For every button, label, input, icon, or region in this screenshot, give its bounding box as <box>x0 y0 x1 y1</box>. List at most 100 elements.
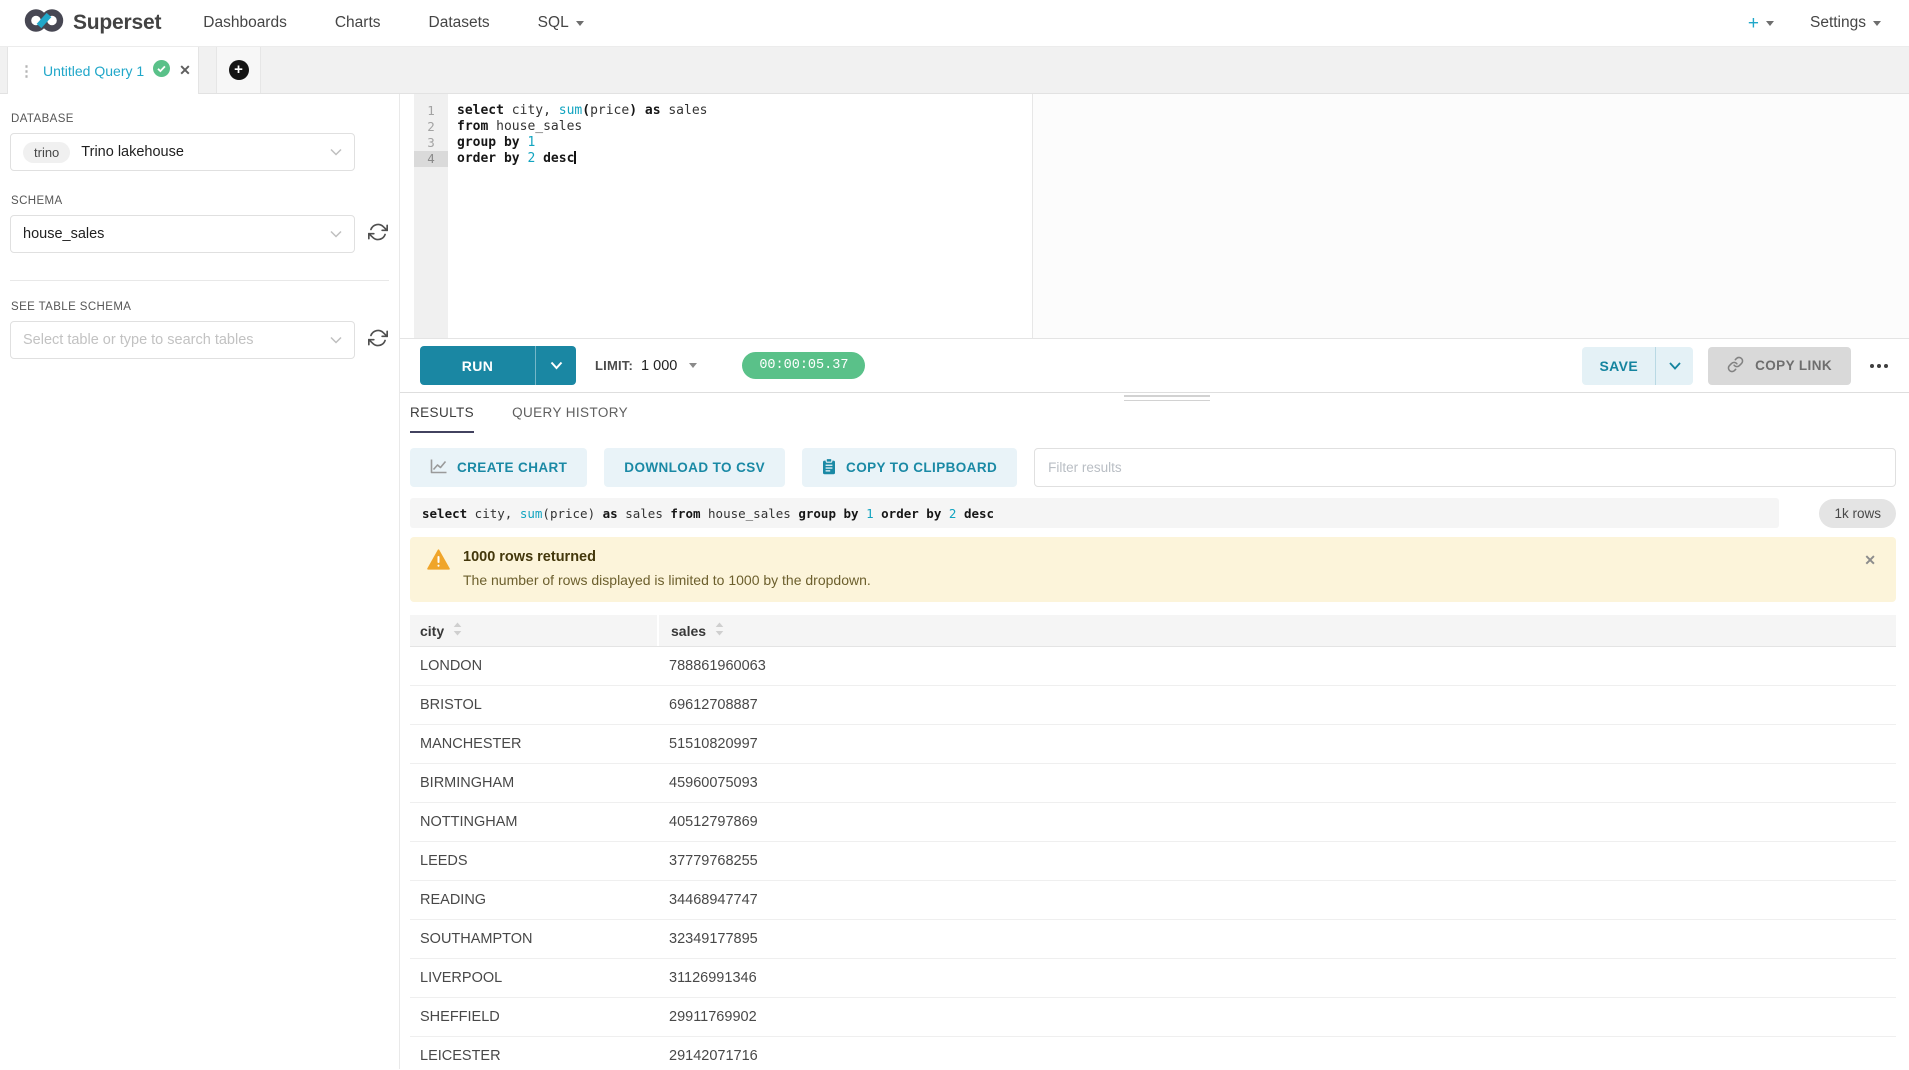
cell-city: SOUTHAMPTON <box>410 931 657 947</box>
query-preview-text: select city, sum(price) as sales from ho… <box>410 498 1779 528</box>
query-success-check-icon <box>153 60 170 82</box>
sidebar-divider <box>10 280 389 281</box>
cell-sales: 69612708887 <box>657 697 1896 713</box>
results-table-header: city sales <box>410 615 1896 647</box>
tab-results[interactable]: RESULTS <box>410 405 474 433</box>
nav-item-datasets[interactable]: Datasets <box>429 14 490 32</box>
schema-value: house_sales <box>23 226 104 242</box>
cell-sales: 31126991346 <box>657 970 1896 986</box>
more-options-icon[interactable] <box>1866 358 1892 374</box>
caret-down-icon <box>576 21 584 26</box>
results-pane: RESULTS QUERY HISTORY CREATE CHART DOWNL… <box>400 393 1909 1069</box>
clipboard-icon <box>822 458 836 478</box>
results-actions: CREATE CHART DOWNLOAD TO CSV <box>410 448 1896 487</box>
alert-title: 1000 rows returned <box>463 549 871 565</box>
superset-logo-icon <box>24 8 64 38</box>
tab-query-history[interactable]: QUERY HISTORY <box>512 405 628 433</box>
table-row: BIRMINGHAM45960075093 <box>410 764 1896 803</box>
top-navbar: Superset Dashboards Charts Datasets SQL … <box>0 0 1909 47</box>
warning-icon <box>427 549 450 588</box>
cell-sales: 32349177895 <box>657 931 1896 947</box>
results-tabs: RESULTS QUERY HISTORY <box>410 405 1896 433</box>
query-timer-badge: 00:00:05.37 <box>742 352 865 379</box>
table-row: LEEDS37779768255 <box>410 842 1896 881</box>
new-item-menu[interactable]: + <box>1748 14 1774 33</box>
table-row: MANCHESTER51510820997 <box>410 725 1896 764</box>
cell-sales: 40512797869 <box>657 814 1896 830</box>
nav-item-dashboards[interactable]: Dashboards <box>203 14 287 32</box>
cell-city: MANCHESTER <box>410 736 657 752</box>
sql-editor[interactable]: 1select city, sum(price) as sales2from h… <box>400 94 1909 339</box>
query-tab-active[interactable]: ⋮ Untitled Query 1 ✕ <box>7 47 199 94</box>
row-count-badge: 1k rows <box>1819 499 1896 528</box>
copy-link-button[interactable]: COPY LINK <box>1708 347 1851 385</box>
table-select[interactable]: Select table or type to search tables <box>10 321 355 359</box>
cell-city: BRISTOL <box>410 697 657 713</box>
code-lines[interactable]: 1select city, sum(price) as sales2from h… <box>414 103 1909 167</box>
database-engine-tag: trino <box>23 142 70 163</box>
query-tab-title[interactable]: Untitled Query 1 <box>43 63 144 79</box>
run-label[interactable]: RUN <box>420 346 536 385</box>
text-cursor <box>574 151 576 164</box>
save-options-button[interactable] <box>1656 347 1693 385</box>
cell-sales: 34468947747 <box>657 892 1896 908</box>
sort-icon[interactable] <box>453 622 462 639</box>
sort-icon[interactable] <box>715 622 724 639</box>
table-row: LEICESTER29142071716 <box>410 1037 1896 1069</box>
chart-icon <box>430 459 447 477</box>
nav-right: + Settings <box>1748 14 1881 33</box>
save-label[interactable]: SAVE <box>1582 347 1656 385</box>
database-select[interactable]: trino Trino lakehouse <box>10 133 355 171</box>
pane-resize-handle[interactable] <box>1124 395 1210 401</box>
drag-handle-icon[interactable]: ⋮ <box>19 62 34 80</box>
filter-results-input[interactable] <box>1034 448 1896 487</box>
close-icon[interactable]: ✕ <box>1864 552 1876 569</box>
limit-label: LIMIT: <box>595 358 633 373</box>
chevron-down-icon <box>330 230 342 238</box>
database-value: Trino lakehouse <box>81 144 184 160</box>
save-button[interactable]: SAVE <box>1582 347 1693 385</box>
nav-menu: Dashboards Charts Datasets SQL <box>203 14 583 32</box>
run-button[interactable]: RUN <box>420 346 576 385</box>
cell-sales: 29142071716 <box>657 1048 1896 1064</box>
refresh-schemas-icon[interactable] <box>368 222 388 247</box>
cell-sales: 29911769902 <box>657 1009 1896 1025</box>
run-options-button[interactable] <box>536 346 576 385</box>
nav-item-sql[interactable]: SQL <box>538 14 584 32</box>
cell-sales: 788861960063 <box>657 658 1896 674</box>
settings-menu[interactable]: Settings <box>1810 14 1881 32</box>
limit-value: 1 000 <box>641 358 677 374</box>
code-line[interactable]: 1select city, sum(price) as sales <box>414 103 1909 119</box>
column-header-city[interactable]: city <box>410 615 657 646</box>
cell-city: NOTTINGHAM <box>410 814 657 830</box>
limit-dropdown[interactable]: LIMIT: 1 000 <box>595 358 697 374</box>
see-table-schema-label: SEE TABLE SCHEMA <box>11 301 389 313</box>
table-row: LIVERPOOL31126991346 <box>410 959 1896 998</box>
code-line[interactable]: 4order by 2 desc <box>414 151 1909 167</box>
table-select-placeholder: Select table or type to search tables <box>23 332 254 348</box>
schema-select[interactable]: house_sales <box>10 215 355 253</box>
query-preview-row: select city, sum(price) as sales from ho… <box>410 498 1896 528</box>
copy-clipboard-button[interactable]: COPY TO CLIPBOARD <box>802 448 1017 487</box>
line-number: 2 <box>414 119 448 135</box>
add-tab-button[interactable]: + <box>216 47 261 93</box>
cell-sales: 37779768255 <box>657 853 1896 869</box>
line-number: 4 <box>414 151 448 167</box>
nav-item-charts[interactable]: Charts <box>335 14 381 32</box>
caret-down-icon <box>1766 21 1774 26</box>
caret-down-icon <box>689 363 697 368</box>
create-chart-button[interactable]: CREATE CHART <box>410 448 587 487</box>
cell-city: SHEFFIELD <box>410 1009 657 1025</box>
link-icon <box>1727 356 1744 376</box>
column-header-sales[interactable]: sales <box>657 615 1896 646</box>
add-tab-plus-icon: + <box>229 60 249 80</box>
sqllab-sidebar: DATABASE trino Trino lakehouse SCHEMA ho… <box>0 94 400 1069</box>
code-line[interactable]: 2from house_sales <box>414 119 1909 135</box>
code-line[interactable]: 3group by 1 <box>414 135 1909 151</box>
refresh-tables-icon[interactable] <box>368 328 388 353</box>
cell-sales: 51510820997 <box>657 736 1896 752</box>
superset-brand[interactable]: Superset <box>24 8 161 38</box>
download-csv-button[interactable]: DOWNLOAD TO CSV <box>604 448 785 487</box>
close-tab-icon[interactable]: ✕ <box>179 62 191 79</box>
query-tabstrip: ⋮ Untitled Query 1 ✕ + <box>0 47 1909 94</box>
